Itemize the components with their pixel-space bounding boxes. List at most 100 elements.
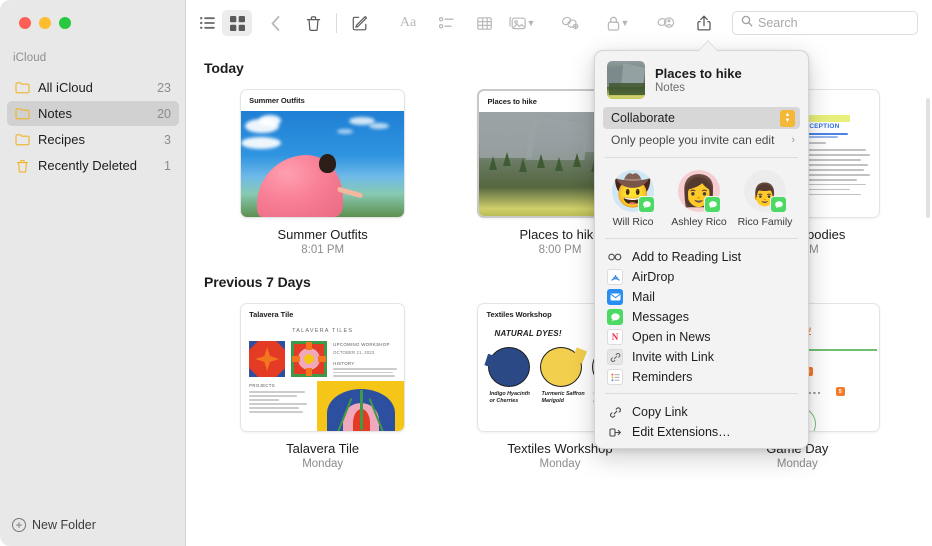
summer-outfits-artwork <box>241 111 404 217</box>
menu-item-label: Edit Extensions… <box>632 425 731 439</box>
collaborator-rico-family[interactable]: 👨 Rico Family <box>737 170 793 228</box>
collaborator-name: Rico Family <box>737 216 793 228</box>
note-time: Monday <box>441 458 678 470</box>
minimize-window-button[interactable] <box>39 17 51 29</box>
sidebar-item-label: Notes <box>38 106 157 121</box>
note-name: Talavera Tile <box>204 441 441 456</box>
menu-item-edit-extensions[interactable]: Edit Extensions… <box>595 422 808 442</box>
plus-circle-icon: + <box>12 518 26 532</box>
copy-link-icon <box>607 404 623 420</box>
collaborator-will-rico[interactable]: 🤠 Will Rico <box>605 170 661 228</box>
notes-gallery: Today Summer Outfits <box>186 46 932 546</box>
talavera-section-heading: HISTORY <box>333 361 399 366</box>
delete-button[interactable] <box>298 10 328 36</box>
chevron-down-icon: ▼ <box>527 18 536 28</box>
new-folder-button[interactable]: + New Folder <box>12 518 96 532</box>
note-cell: Talavera Tile TALAVERA TILES <box>204 303 441 470</box>
folder-icon <box>14 79 31 96</box>
zoom-window-button[interactable] <box>59 17 71 29</box>
menu-item-label: Invite with Link <box>632 350 714 364</box>
note-card-preview: TALAVERA TILES <box>241 325 404 431</box>
table-button[interactable] <box>469 10 499 36</box>
toolbar-divider <box>336 13 337 33</box>
new-folder-label: New Folder <box>32 518 96 532</box>
sidebar-item-count: 3 <box>164 133 171 147</box>
talavera-subheading: UPCOMING WORKSHOP <box>333 342 399 347</box>
avatar-wrap: 🤠 <box>612 170 654 212</box>
note-card-summer-outfits[interactable]: Summer Outfits <box>240 89 405 218</box>
menu-item-airdrop[interactable]: AirDrop <box>595 267 808 287</box>
trash-icon <box>14 157 31 174</box>
group-title-previous-7-days: Previous 7 Days <box>204 274 916 290</box>
search-placeholder: Search <box>758 16 798 30</box>
menu-item-copy-link[interactable]: Copy Link <box>595 402 808 422</box>
share-popover: Places to hike Notes Collaborate ▲ ▼ Onl… <box>594 50 809 449</box>
format-button[interactable]: Aa <box>393 10 423 36</box>
media-button[interactable]: ▼ <box>507 10 537 36</box>
permission-label: Only people you invite can edit <box>611 133 791 147</box>
edit-extensions-icon <box>607 424 623 440</box>
checklist-button[interactable] <box>431 10 461 36</box>
menu-item-label: Copy Link <box>632 405 688 419</box>
share-popover-subtitle: Notes <box>655 82 742 94</box>
chevron-down-icon: ▼ <box>621 18 630 28</box>
sidebar-item-notes[interactable]: Notes 20 <box>7 101 179 126</box>
compose-button[interactable] <box>345 10 375 36</box>
note-time: Monday <box>204 458 441 470</box>
close-window-button[interactable] <box>19 17 31 29</box>
menu-item-add-to-reading-list[interactable]: Add to Reading List <box>595 247 808 267</box>
collaborate-button[interactable] <box>651 10 681 36</box>
sidebar-item-count: 23 <box>157 81 171 95</box>
collaborator-name: Ashley Rico <box>671 216 727 228</box>
back-button[interactable] <box>260 10 290 36</box>
menu-item-messages[interactable]: Messages <box>595 307 808 327</box>
sidebar-list: All iCloud 23 Notes 20 Recipes 3 <box>7 75 179 179</box>
popover-divider <box>605 238 798 239</box>
list-view-button[interactable] <box>192 10 222 36</box>
menu-item-invite-with-link[interactable]: Invite with Link <box>595 347 808 367</box>
menu-item-open-in-news[interactable]: N Open in News <box>595 327 808 347</box>
note-time: 8:01 PM <box>204 244 441 256</box>
note-time: Monday <box>679 458 916 470</box>
gameday-player-num: 5 <box>836 387 845 396</box>
avatar-wrap: 👩 <box>678 170 720 212</box>
menu-item-label: Reminders <box>632 370 692 384</box>
note-name: Summer Outfits <box>204 227 441 242</box>
notes-row-previous: Talavera Tile TALAVERA TILES <box>204 303 916 470</box>
collaborator-name: Will Rico <box>605 216 661 228</box>
lock-button[interactable]: ▼ <box>603 10 633 36</box>
share-popover-header: Places to hike Notes <box>595 51 808 107</box>
menu-item-mail[interactable]: Mail <box>595 287 808 307</box>
sidebar-item-recently-deleted[interactable]: Recently Deleted 1 <box>7 153 179 178</box>
collaborator-ashley-rico[interactable]: 👩 Ashley Rico <box>671 170 727 228</box>
share-button[interactable] <box>689 10 719 36</box>
sidebar: iCloud All iCloud 23 Notes 20 <box>0 0 186 546</box>
vertical-scrollbar[interactable] <box>926 98 930 218</box>
chevron-right-icon: › <box>791 134 795 146</box>
reading-list-icon <box>607 249 623 265</box>
talavera-projects-heading: PROJECTS <box>249 383 307 388</box>
menu-item-reminders[interactable]: Reminders <box>595 367 808 387</box>
note-thumbnail <box>607 61 645 99</box>
menu-item-label: Mail <box>632 290 655 304</box>
sidebar-item-all-icloud[interactable]: All iCloud 23 <box>7 75 179 100</box>
link-button[interactable] <box>555 10 585 36</box>
search-input[interactable]: Search <box>732 11 918 35</box>
collaborate-label: Collaborate <box>611 111 780 125</box>
sidebar-item-count: 1 <box>164 159 171 173</box>
popover-divider <box>605 157 798 158</box>
mail-icon <box>607 289 623 305</box>
reminders-icon <box>607 369 623 385</box>
collaborate-select[interactable]: Collaborate ▲ ▼ <box>603 107 800 129</box>
sidebar-item-recipes[interactable]: Recipes 3 <box>7 127 179 152</box>
menu-item-label: AirDrop <box>632 270 674 284</box>
messages-badge-icon <box>704 196 721 213</box>
share-popover-title: Places to hike <box>655 66 742 81</box>
folder-icon <box>14 105 31 122</box>
messages-badge-icon <box>638 196 655 213</box>
permission-row[interactable]: Only people you invite can edit › <box>603 129 800 151</box>
avatar-wrap: 👨 <box>744 170 786 212</box>
note-card-talavera-tile[interactable]: Talavera Tile TALAVERA TILES <box>240 303 405 432</box>
gallery-view-button[interactable] <box>222 10 252 36</box>
popover-divider <box>605 393 798 394</box>
